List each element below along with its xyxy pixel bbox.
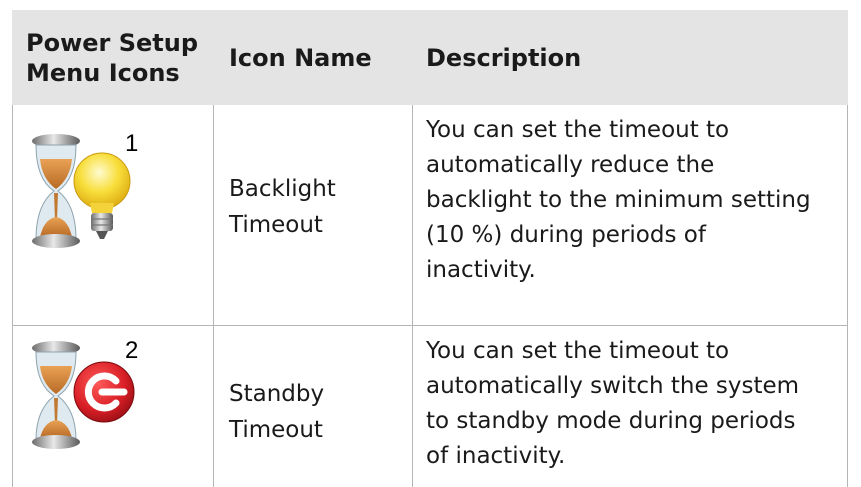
description-line: (10 %) during periods of [426, 222, 706, 248]
header-icon-name: Icon Name [229, 43, 372, 72]
icon-name-line: Timeout [229, 417, 323, 443]
icon-name-line: Timeout [229, 212, 323, 238]
icon-name-line: Backlight [229, 176, 336, 202]
icon-badge-number: 1 [125, 130, 138, 157]
icon-name-line: Standby [229, 381, 325, 407]
header-line: Power Setup [26, 28, 199, 57]
description-standby-timeout: You can set the timeout to automatically… [426, 334, 836, 474]
hourglass-lightbulb-icon: 1 [32, 130, 138, 248]
hourglass-standby-icon: 2 [32, 337, 138, 449]
description-line: automatically switch the system [426, 373, 800, 399]
description-line: automatically reduce the [426, 152, 715, 178]
icon-name-backlight-timeout: Backlight Timeout [229, 171, 399, 243]
table-row: 2 Standby Timeout You can set the timeou… [12, 326, 848, 487]
header-line: Menu Icons [26, 58, 180, 87]
header-power-setup-menu-icons: Power Setup Menu Icons [26, 10, 216, 105]
description-line: inactivity. [426, 257, 536, 283]
description-line: backlight to the minimum setting [426, 187, 811, 213]
description-line: to standby mode during periods [426, 408, 796, 434]
icon-name-standby-timeout: Standby Timeout [229, 376, 399, 448]
description-line: of inactivity. [426, 443, 566, 469]
description-line: You can set the timeout to [426, 117, 730, 143]
icon-badge-number: 2 [125, 337, 138, 364]
description-backlight-timeout: You can set the timeout to automatically… [426, 113, 836, 288]
table-row: 1 Backlight Timeout You can set the time… [12, 105, 848, 326]
header-description: Description [426, 43, 582, 72]
description-line: You can set the timeout to [426, 338, 730, 364]
table-header: Power Setup Menu Icons Icon Name Descrip… [12, 10, 848, 105]
